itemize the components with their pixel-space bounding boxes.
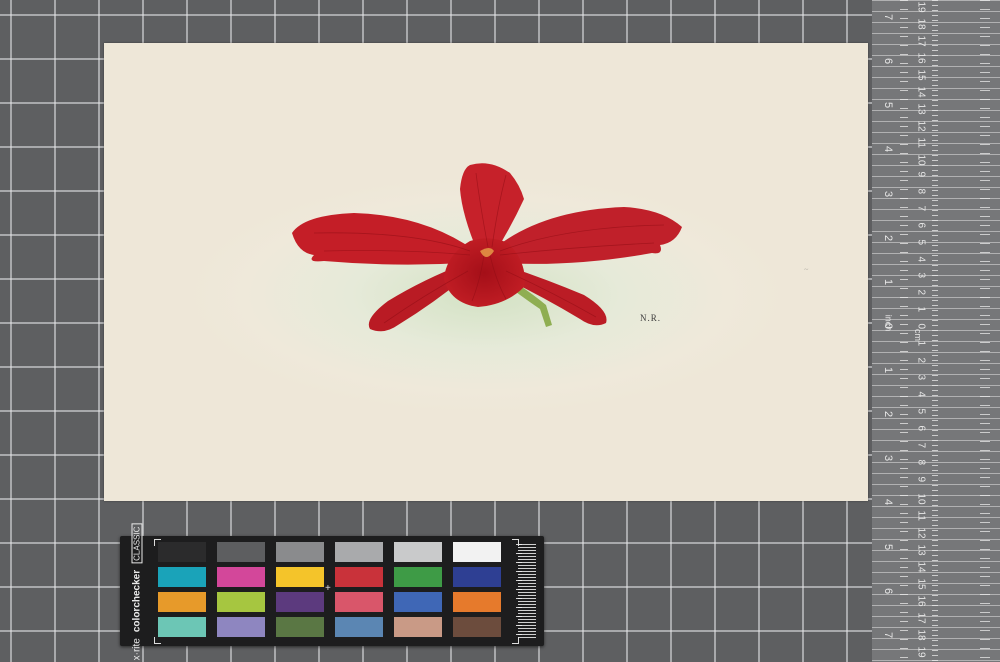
ruler-cm-number: 2: [915, 289, 927, 296]
ruler-cm-number: 16: [915, 52, 927, 64]
ruler-cm-number: 9: [915, 476, 927, 483]
artist-initials: N.R.: [640, 313, 662, 323]
paper-sheet: N.R. ~: [104, 43, 868, 501]
ruler-cm-number: 12: [915, 120, 927, 132]
color-swatch-grid: [158, 542, 510, 640]
color-swatch: [394, 567, 442, 587]
color-swatch: [394, 592, 442, 612]
ruler-unit-inch: inch: [883, 314, 894, 332]
color-checker-card: x·rite colorchecker CLASSIC +: [120, 523, 544, 660]
ruler-cm-number: 4: [915, 391, 927, 398]
ruler-cm-number: 1: [915, 340, 927, 347]
ruler-cm-number: 16: [915, 595, 927, 607]
ruler-cm-number: 12: [915, 527, 927, 539]
color-swatch: [158, 542, 206, 562]
ruler-cm-number: 14: [915, 561, 927, 573]
ruler-cm-number: 4: [915, 256, 927, 262]
color-swatch: [335, 567, 383, 587]
ruler-cm-number: 10: [915, 493, 927, 505]
ruler-cm-number: 15: [915, 69, 927, 81]
ruler-cm-number: 19: [915, 646, 927, 658]
color-swatch: [217, 617, 265, 637]
ruler-cm-number: 13: [915, 103, 927, 115]
ruler-cm-number: 1: [915, 306, 927, 313]
ruler-inch-number: 5: [882, 543, 894, 550]
brand-xrite: x·rite: [131, 638, 143, 661]
color-swatch: [276, 567, 324, 587]
color-checker-brand: x·rite colorchecker CLASSIC: [122, 523, 152, 660]
ruler-cm-number: 17: [915, 35, 927, 47]
color-swatch: [335, 592, 383, 612]
color-swatch: [276, 617, 324, 637]
ruler-inch-number: 1: [882, 367, 894, 374]
ruler-inch-number: 7: [882, 14, 894, 21]
ruler-cm-number: 2: [915, 357, 927, 364]
ruler-inch-number: 5: [882, 102, 894, 109]
ruler-cm-number: 14: [915, 86, 927, 98]
ruler-inch-number: 6: [882, 587, 894, 594]
color-swatch: [453, 617, 501, 637]
ruler-cm-number: 7: [915, 205, 927, 211]
color-swatch: [335, 542, 383, 562]
ruler-inch-number: 6: [882, 58, 894, 65]
brand-classic: CLASSIC: [131, 523, 143, 564]
ruler-ticks-cm: [932, 0, 938, 662]
ruler-cm-number: 6: [915, 222, 927, 228]
ruler-cm-number: 15: [915, 578, 927, 590]
color-swatch: [394, 542, 442, 562]
ruler-cm-number: 9: [915, 171, 927, 177]
ruler-cm-number: 7: [915, 442, 927, 449]
ruler-cm-number: 3: [915, 374, 927, 381]
ruler-inch-number: 3: [882, 455, 894, 462]
ruler-inch-number: 7: [882, 631, 894, 638]
ruler-unit-cm: cm: [913, 329, 923, 341]
color-swatch: [158, 592, 206, 612]
color-swatch: [394, 617, 442, 637]
ruler-inch-number: 3: [882, 190, 894, 197]
color-swatch: [217, 592, 265, 612]
ruler-cm-number: 5: [915, 408, 927, 415]
color-swatch: [158, 617, 206, 637]
checker-ruler-major-ticks: [516, 544, 522, 638]
color-swatch: [453, 567, 501, 587]
ruler-cm-number: 6: [915, 425, 927, 432]
ruler-cm-number: 18: [915, 629, 927, 641]
orchid-illustration: [292, 163, 682, 332]
pencil-mark: ~: [804, 265, 809, 274]
ruler-cm-number: 8: [915, 459, 927, 466]
color-swatch: [158, 567, 206, 587]
ruler-inch-number: 2: [882, 411, 894, 418]
ruler-ticks-cm-right: [980, 0, 990, 662]
color-swatch: [276, 592, 324, 612]
ruler-inch-number: 4: [882, 499, 894, 506]
ruler-cm-number: 10: [915, 154, 927, 166]
ruler-inch-number: 4: [882, 146, 894, 153]
color-swatch: [217, 542, 265, 562]
ruler-cm-number: 3: [915, 272, 927, 279]
brand-colorchecker: colorchecker: [131, 569, 143, 633]
checker-corner-mark: [512, 637, 519, 644]
ruler-cm-number: 8: [915, 188, 927, 194]
ruler: 765432101234567 19 18 17 16 15 14 13 12 11 10 9 8 7 6…: [872, 0, 1000, 662]
ruler-cm-number: 18: [915, 18, 927, 30]
ruler-cm-number: 19: [915, 1, 927, 13]
color-swatch: [335, 617, 383, 637]
color-swatch: [453, 542, 501, 562]
color-swatch: [217, 567, 265, 587]
ruler-inch-number: 1: [882, 278, 894, 285]
ruler-ticks-inch: [900, 0, 908, 662]
color-swatch: [276, 542, 324, 562]
ruler-cm-number: 17: [915, 612, 927, 624]
crosshair-icon: +: [325, 583, 331, 594]
color-swatch: [453, 592, 501, 612]
ruler-cm-number: 5: [915, 239, 927, 245]
ruler-cm-number: 13: [915, 544, 927, 556]
ruler-cm-number: 11: [915, 510, 927, 521]
ruler-inch-number: 2: [882, 234, 894, 241]
ruler-cm-number: 11: [915, 137, 927, 148]
